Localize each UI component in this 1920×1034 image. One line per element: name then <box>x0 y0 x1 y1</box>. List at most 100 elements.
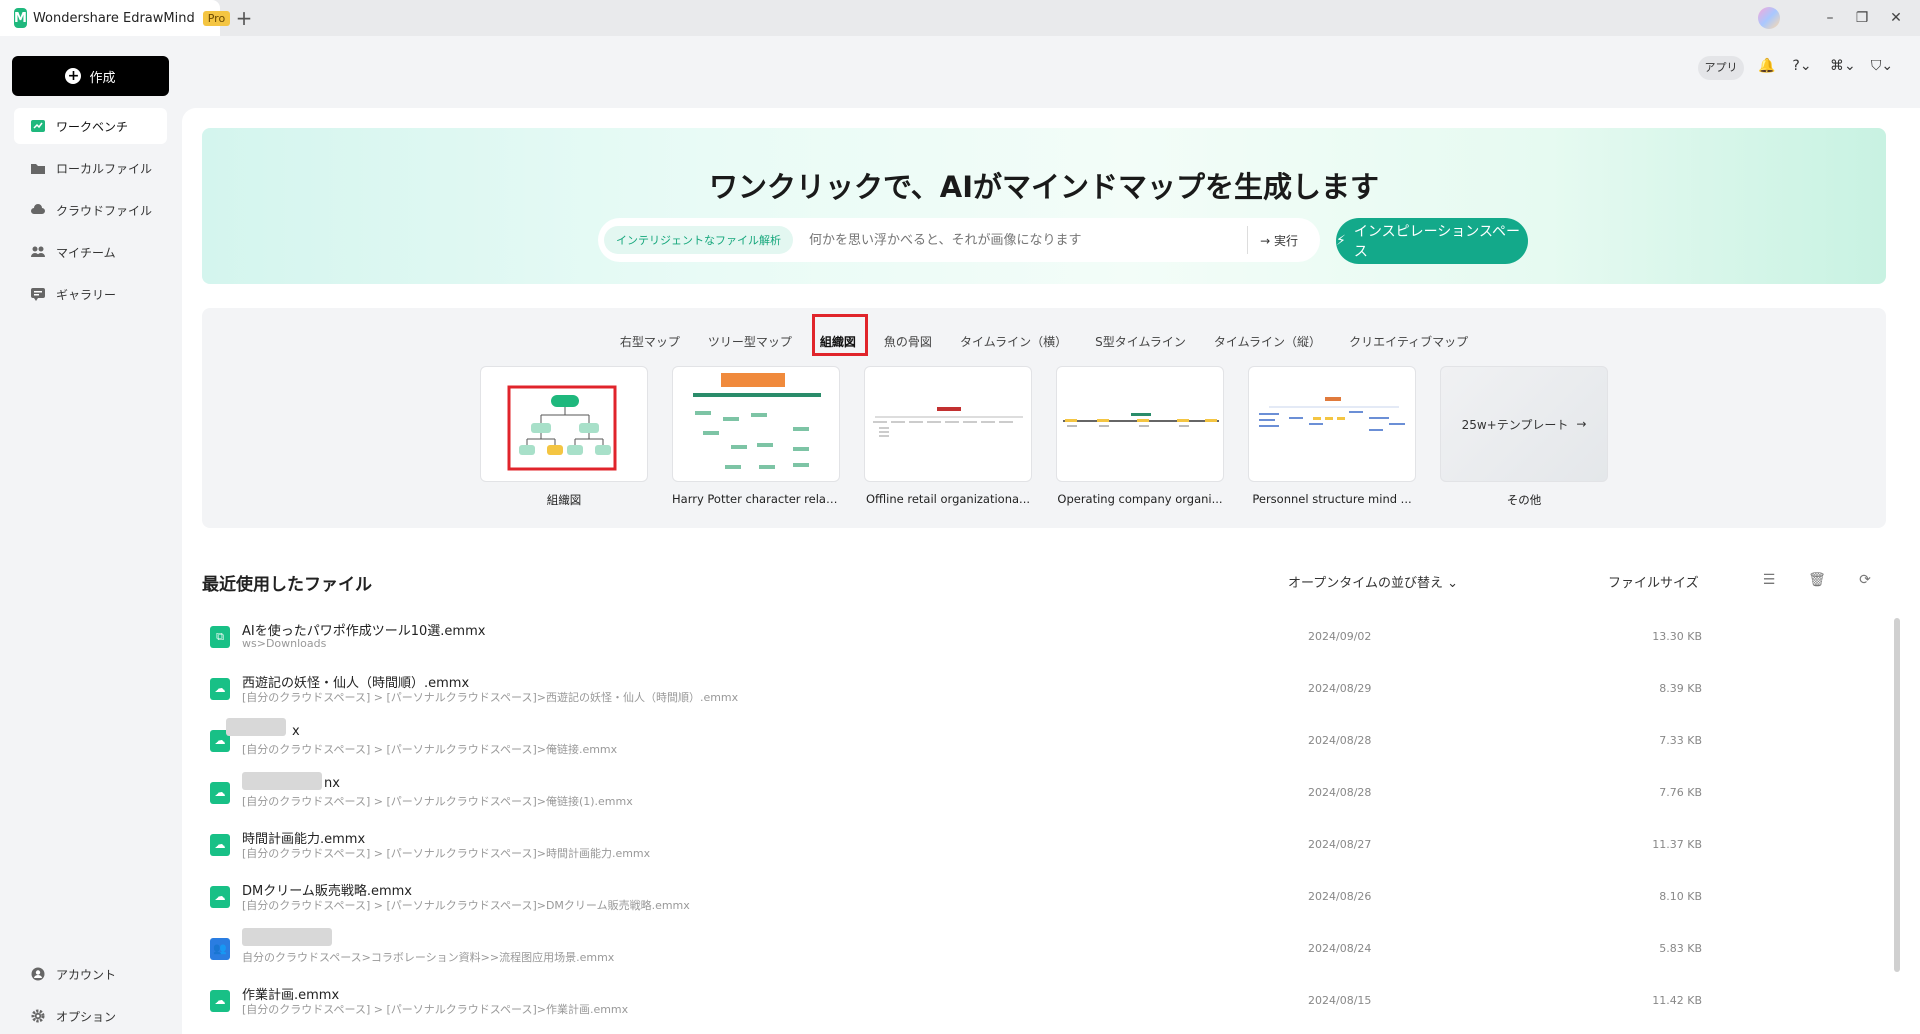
restore-button[interactable]: ❐ <box>1852 8 1872 28</box>
file-path: [自分のクラウドスペース] > [パーソナルクラウドスペース]>俺链接.emmx <box>242 743 618 756</box>
file-row[interactable]: ☁ 作業計画.emmx [自分のクラウドスペース] > [パーソナルクラウドスペ… <box>202 976 1762 1028</box>
title-bar: M Wondershare EdrawMind Pro + – ❐ ✕ <box>0 0 1920 36</box>
sidebar-item-label: オプション <box>56 1009 117 1024</box>
apps-button[interactable]: アプリ <box>1698 56 1744 80</box>
execute-button[interactable]: → 実行 <box>1248 232 1314 249</box>
template-card-label: Harry Potter character relat... <box>672 492 840 506</box>
recent-files-title: 最近使用したファイル <box>202 575 372 595</box>
shirt-theme-icon[interactable]: ⛉⌄ <box>1870 58 1894 78</box>
minimize-button[interactable]: – <box>1820 8 1840 28</box>
vertical-scrollbar[interactable] <box>1894 618 1900 972</box>
tab-tree-map[interactable]: ツリー型マップ <box>694 326 806 358</box>
sidebar-item-label: マイチーム <box>56 245 116 260</box>
template-thumbnail <box>480 366 648 482</box>
grid-apps-icon[interactable]: ⌘⌄ <box>1830 58 1856 78</box>
file-size: 11.42 KB <box>1652 994 1702 1007</box>
app-title: Wondershare EdrawMind <box>32 10 195 26</box>
template-card-personnel-structure[interactable]: Personnel structure mind ... <box>1248 366 1416 508</box>
sidebar-item-cloud-files[interactable]: クラウドファイル <box>14 192 167 228</box>
file-size: 7.76 KB <box>1659 786 1702 799</box>
create-button[interactable]: + 作成 <box>12 56 169 96</box>
gallery-icon <box>31 288 45 301</box>
template-card-label: Operating company organi... <box>1057 492 1223 506</box>
ai-hero-banner: ワンクリックで、AIがマインドマップを生成します インテリジェントなファイル解析… <box>202 128 1886 284</box>
trash-icon[interactable]: 🗑 <box>1808 572 1826 590</box>
tab-highlight-box <box>812 314 868 356</box>
org-structure-thumbnail-icon <box>1063 413 1219 427</box>
file-date: 2024/09/02 <box>1308 630 1372 643</box>
refresh-icon[interactable]: ⟳ <box>1856 572 1874 590</box>
recent-file-list: ⧉ AIを使ったパワポ作成ツール10選.emmx ws>Downloads 20… <box>202 612 1762 1028</box>
template-card-more[interactable]: 25w+テンプレート → その他 <box>1440 366 1608 508</box>
template-thumbnail <box>672 366 840 482</box>
redacted-block <box>242 772 322 790</box>
file-row[interactable]: ☁ 時間計画能力.emmx [自分のクラウドスペース] > [パーソナルクラウド… <box>202 820 1762 872</box>
org-chart-thumbnail-icon <box>507 385 617 471</box>
cloud-file-icon: ☁ <box>210 990 230 1012</box>
sidebar-item-gallery[interactable]: ギャラリー <box>14 276 167 312</box>
arrow-right-icon: → <box>1260 233 1274 248</box>
file-size: 8.10 KB <box>1659 890 1702 903</box>
bell-icon[interactable]: 🔔 <box>1755 58 1779 78</box>
tab-timeline-horizontal[interactable]: タイムライン（横） <box>946 326 1081 358</box>
file-name: x <box>292 724 300 739</box>
create-label: 作成 <box>89 70 116 86</box>
list-view-icon[interactable]: ☰ <box>1760 572 1778 590</box>
file-path: ws>Downloads <box>242 637 327 650</box>
template-card-harry-potter[interactable]: Harry Potter character relat... <box>672 366 840 508</box>
help-icon[interactable]: ?⌄ <box>1790 58 1814 78</box>
file-row[interactable]: ☁ 西遊記の妖怪・仙人（時間順）.emmx [自分のクラウドスペース] > [パ… <box>202 664 1762 716</box>
cloud-file-icon: ☁ <box>210 678 230 700</box>
template-card-label: Offline retail organizationa... <box>865 492 1031 506</box>
file-name: nx <box>324 776 340 791</box>
template-thumbnail: 25w+テンプレート → <box>1440 366 1608 482</box>
tab-fishbone[interactable]: 魚の骨図 <box>870 326 946 358</box>
arrow-right-icon: → <box>1576 417 1587 431</box>
file-path: [自分のクラウドスペース] > [パーソナルクラウドスペース]>作業計画.emm… <box>242 1003 629 1016</box>
avatar[interactable] <box>1758 7 1780 29</box>
close-button[interactable]: ✕ <box>1886 8 1906 28</box>
file-size-header: ファイルサイズ <box>1608 576 1699 591</box>
file-row[interactable]: ⧉ AIを使ったパワポ作成ツール10選.emmx ws>Downloads 20… <box>202 612 1762 664</box>
sidebar-item-account[interactable]: アカウント <box>14 956 167 992</box>
team-file-icon: 👥 <box>210 938 230 960</box>
template-thumbnail <box>1056 366 1224 482</box>
template-card-operating-company[interactable]: Operating company organi... <box>1056 366 1224 508</box>
new-tab-button[interactable]: + <box>232 6 256 30</box>
mind-map-thumbnail-icon <box>693 373 821 469</box>
account-icon <box>31 967 45 981</box>
sidebar-item-label: クラウドファイル <box>56 203 153 218</box>
ai-prompt-input[interactable] <box>793 232 1248 248</box>
sidebar-item-my-team[interactable]: マイチーム <box>14 234 167 270</box>
file-row[interactable]: 👥 自分のクラウドスペース>コラボレーション資料>>流程图应用场景.emmx 2… <box>202 924 1762 976</box>
template-card-org-chart[interactable]: 組織図 <box>480 366 648 508</box>
sidebar-item-options[interactable]: オプション <box>14 998 167 1034</box>
file-row[interactable]: ☁ x [自分のクラウドスペース] > [パーソナルクラウドスペース]>俺链接.… <box>202 716 1762 768</box>
plus-circle-icon: + <box>65 68 82 84</box>
file-date: 2024/08/24 <box>1308 942 1372 955</box>
more-templates-overlay: 25w+テンプレート <box>1461 417 1569 432</box>
file-analysis-chip[interactable]: インテリジェントなファイル解析 <box>604 226 793 254</box>
sort-dropdown[interactable]: オープンタイムの並び替え ⌄ <box>1288 572 1458 591</box>
ai-search-bar: インテリジェントなファイル解析 → 実行 <box>598 218 1320 262</box>
file-row[interactable]: ☁ nx [自分のクラウドスペース] > [パーソナルクラウドスペース]>俺链接… <box>202 768 1762 820</box>
file-date: 2024/08/28 <box>1308 786 1372 799</box>
template-card-label: 組織図 <box>546 493 582 507</box>
template-panel: 右型マップ ツリー型マップ 組織図 魚の骨図 タイムライン（横） S型タイムライ… <box>202 308 1886 528</box>
sidebar-item-label: アカウント <box>56 967 117 982</box>
tab-s-timeline[interactable]: S型タイムライン <box>1081 326 1200 358</box>
file-size: 7.33 KB <box>1659 734 1702 747</box>
main-panel: ワンクリックで、AIがマインドマップを生成します インテリジェントなファイル解析… <box>182 108 1920 1034</box>
app-tab[interactable]: M Wondershare EdrawMind Pro <box>0 0 231 36</box>
tab-right-map[interactable]: 右型マップ <box>606 326 694 358</box>
redacted-block <box>226 718 286 736</box>
tab-timeline-vertical[interactable]: タイムライン（縦） <box>1200 326 1335 358</box>
sidebar-item-workbench[interactable]: ワークベンチ <box>14 108 167 144</box>
org-structure-thumbnail-icon <box>873 407 1023 437</box>
sidebar-item-local-files[interactable]: ローカルファイル <box>14 150 167 186</box>
tab-creative-map[interactable]: クリエイティブマップ <box>1335 326 1482 358</box>
template-tabs: 右型マップ ツリー型マップ 組織図 魚の骨図 タイムライン（横） S型タイムライ… <box>202 326 1886 358</box>
inspiration-space-button[interactable]: ⚡ インスピレーションスペース <box>1336 218 1528 264</box>
file-row[interactable]: ☁ DMクリーム販売戦略.emmx [自分のクラウドスペース] > [パーソナル… <box>202 872 1762 924</box>
template-card-offline-retail[interactable]: Offline retail organizationa... <box>864 366 1032 508</box>
